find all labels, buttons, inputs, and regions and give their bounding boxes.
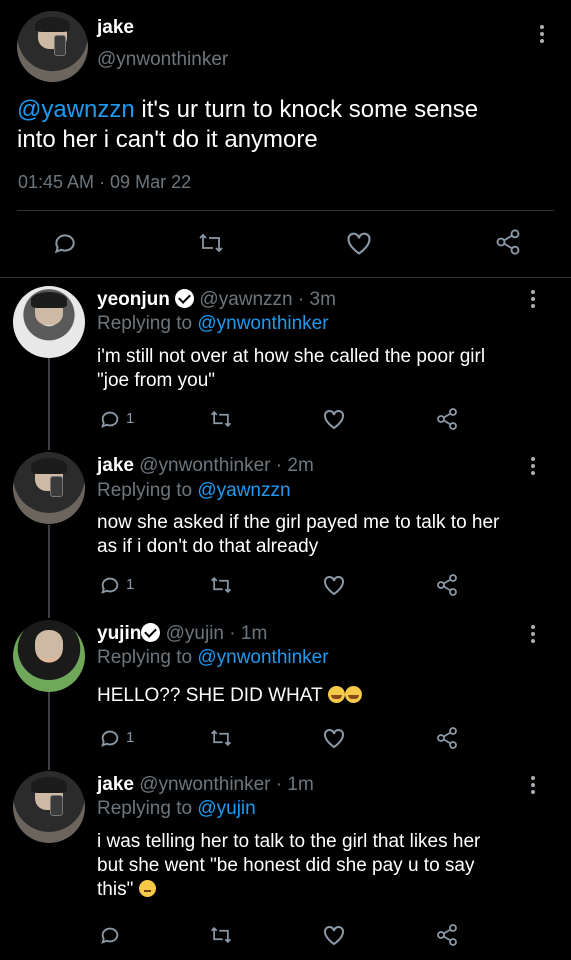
thread-line xyxy=(48,358,50,450)
share-icon[interactable] xyxy=(494,228,522,256)
author-handle[interactable]: @ynwonthinker xyxy=(97,49,228,71)
more-options-icon[interactable] xyxy=(531,290,535,311)
retweet-icon[interactable] xyxy=(209,574,233,596)
author-handle[interactable]: @yawnzzn · 3m xyxy=(199,289,336,310)
author-handle[interactable]: @yujin · 1m xyxy=(166,623,268,644)
reply-icon[interactable] xyxy=(99,408,121,430)
verified-badge-icon xyxy=(175,289,195,308)
reply-icon[interactable] xyxy=(99,924,121,946)
neutral-face-emoji xyxy=(138,880,156,897)
mention-link[interactable]: @yujin xyxy=(197,798,255,819)
avatar[interactable] xyxy=(17,11,88,82)
reply-header: jake @ynwonthinker · 1m xyxy=(97,774,314,796)
author-handle[interactable]: @ynwonthinker · 2m xyxy=(139,455,314,476)
reply-text: HELLO?? SHE DID WHAT xyxy=(97,684,362,708)
author-handle[interactable]: @ynwonthinker · 1m xyxy=(139,774,314,795)
mention-link[interactable]: @yawnzzn xyxy=(197,480,290,501)
thread-line xyxy=(48,525,50,618)
author-name[interactable]: yeonjun xyxy=(97,289,170,310)
reply-text: i'm still not over at how she called the… xyxy=(97,346,486,391)
mention-link[interactable]: @ynwonthinker xyxy=(197,313,328,334)
reply-header: yujin @yujin · 1m xyxy=(97,623,267,645)
author-name[interactable]: jake xyxy=(97,774,134,795)
more-options-icon[interactable] xyxy=(531,457,535,478)
reply-count: 1 xyxy=(126,729,135,746)
like-icon[interactable] xyxy=(322,727,346,749)
reply-text: now she asked if the girl payed me to ta… xyxy=(97,512,500,557)
share-icon[interactable] xyxy=(435,923,459,947)
share-icon[interactable] xyxy=(435,726,459,750)
replying-to: Replying to @ynwonthinker xyxy=(97,313,329,334)
replying-to: Replying to @yujin xyxy=(97,798,256,819)
replying-to: Replying to @yawnzzn xyxy=(97,480,291,501)
avatar[interactable] xyxy=(13,620,85,692)
avatar[interactable] xyxy=(13,286,85,358)
mention-link[interactable]: @ynwonthinker xyxy=(197,647,328,668)
share-icon[interactable] xyxy=(435,573,459,597)
like-icon[interactable] xyxy=(322,924,346,946)
retweet-icon[interactable] xyxy=(209,924,233,946)
reply-count: 1 xyxy=(126,576,135,593)
like-icon[interactable] xyxy=(322,574,346,596)
divider xyxy=(0,277,571,278)
more-options-icon[interactable] xyxy=(531,625,535,646)
more-options-icon[interactable] xyxy=(531,776,535,797)
tweet-text: @yawnzzn it's ur turn to knock some sens… xyxy=(17,96,479,153)
author-name[interactable]: jake xyxy=(97,455,134,476)
avatar[interactable] xyxy=(13,452,85,524)
author-name[interactable]: jake xyxy=(97,17,134,39)
verified-badge-icon xyxy=(141,623,161,642)
share-icon[interactable] xyxy=(435,407,459,431)
author-name[interactable]: yujin xyxy=(97,623,141,644)
like-icon[interactable] xyxy=(322,408,346,430)
reply-header: yeonjun @yawnzzn · 3m xyxy=(97,289,336,311)
like-icon[interactable] xyxy=(345,230,373,256)
retweet-icon[interactable] xyxy=(209,408,233,430)
reply-header: jake @ynwonthinker · 2m xyxy=(97,455,314,477)
avatar[interactable] xyxy=(13,771,85,843)
thread-line xyxy=(48,692,50,770)
reply-text: i was telling her to talk to the girl th… xyxy=(97,831,481,900)
retweet-icon[interactable] xyxy=(197,230,225,256)
more-options-icon[interactable] xyxy=(540,25,544,46)
crying-laughing-emoji xyxy=(344,686,362,703)
retweet-icon[interactable] xyxy=(209,727,233,749)
mention-link[interactable]: @yawnzzn xyxy=(17,96,135,123)
tweet-timestamp: 01:45 AM · 09 Mar 22 xyxy=(18,172,192,192)
reply-icon[interactable] xyxy=(99,727,121,749)
reply-count: 1 xyxy=(126,410,135,427)
crying-laughing-emoji xyxy=(327,686,345,703)
divider xyxy=(17,210,554,211)
replying-to: Replying to @ynwonthinker xyxy=(97,647,329,668)
reply-icon[interactable] xyxy=(99,574,121,596)
reply-icon[interactable] xyxy=(52,230,78,256)
